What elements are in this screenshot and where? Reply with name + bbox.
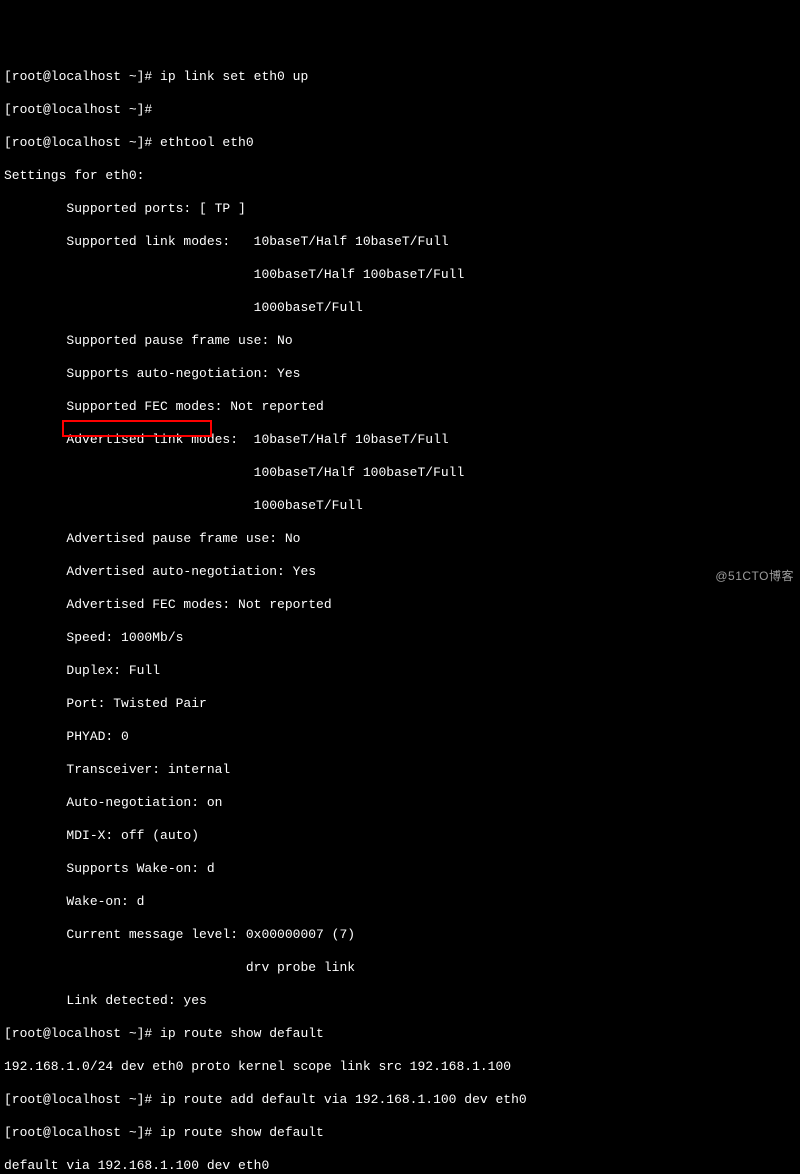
terminal-line: Advertised pause frame use: No [4,531,796,548]
terminal-line: Auto-negotiation: on [4,795,796,812]
terminal-line: 100baseT/Half 100baseT/Full [4,465,796,482]
terminal-line: Advertised auto-negotiation: Yes [4,564,796,581]
terminal-line: [root@localhost ~]# ip route show defaul… [4,1026,796,1043]
terminal-line: drv probe link [4,960,796,977]
terminal-line: MDI-X: off (auto) [4,828,796,845]
terminal-line: Current message level: 0x00000007 (7) [4,927,796,944]
terminal-line: [root@localhost ~]# [4,102,796,119]
terminal-line: [root@localhost ~]# ip route show defaul… [4,1125,796,1142]
terminal-line: Supported ports: [ TP ] [4,201,796,218]
terminal-line: 192.168.1.0/24 dev eth0 proto kernel sco… [4,1059,796,1076]
terminal-line: Transceiver: internal [4,762,796,779]
terminal-line: Wake-on: d [4,894,796,911]
terminal-line: Supports Wake-on: d [4,861,796,878]
terminal-line: 1000baseT/Full [4,498,796,515]
terminal-line: [root@localhost ~]# ip link set eth0 up [4,69,796,86]
terminal-line: [root@localhost ~]# ip route add default… [4,1092,796,1109]
terminal-line-link-detected: Link detected: yes [4,993,796,1010]
terminal-line: Duplex: Full [4,663,796,680]
terminal-line: Advertised FEC modes: Not reported [4,597,796,614]
terminal-line: Advertised link modes: 10baseT/Half 10ba… [4,432,796,449]
terminal-line: 100baseT/Half 100baseT/Full [4,267,796,284]
terminal-line: Settings for eth0: [4,168,796,185]
terminal-line: PHYAD: 0 [4,729,796,746]
terminal-line: Port: Twisted Pair [4,696,796,713]
terminal-line: default via 192.168.1.100 dev eth0 [4,1158,796,1174]
terminal-line: 1000baseT/Full [4,300,796,317]
terminal-line: Supported link modes: 10baseT/Half 10bas… [4,234,796,251]
terminal-line: Supported FEC modes: Not reported [4,399,796,416]
terminal-line: [root@localhost ~]# ethtool eth0 [4,135,796,152]
terminal-line: Speed: 1000Mb/s [4,630,796,647]
terminal-line: Supports auto-negotiation: Yes [4,366,796,383]
watermark-label: @51CTO博客 [715,568,794,585]
terminal-line: Supported pause frame use: No [4,333,796,350]
